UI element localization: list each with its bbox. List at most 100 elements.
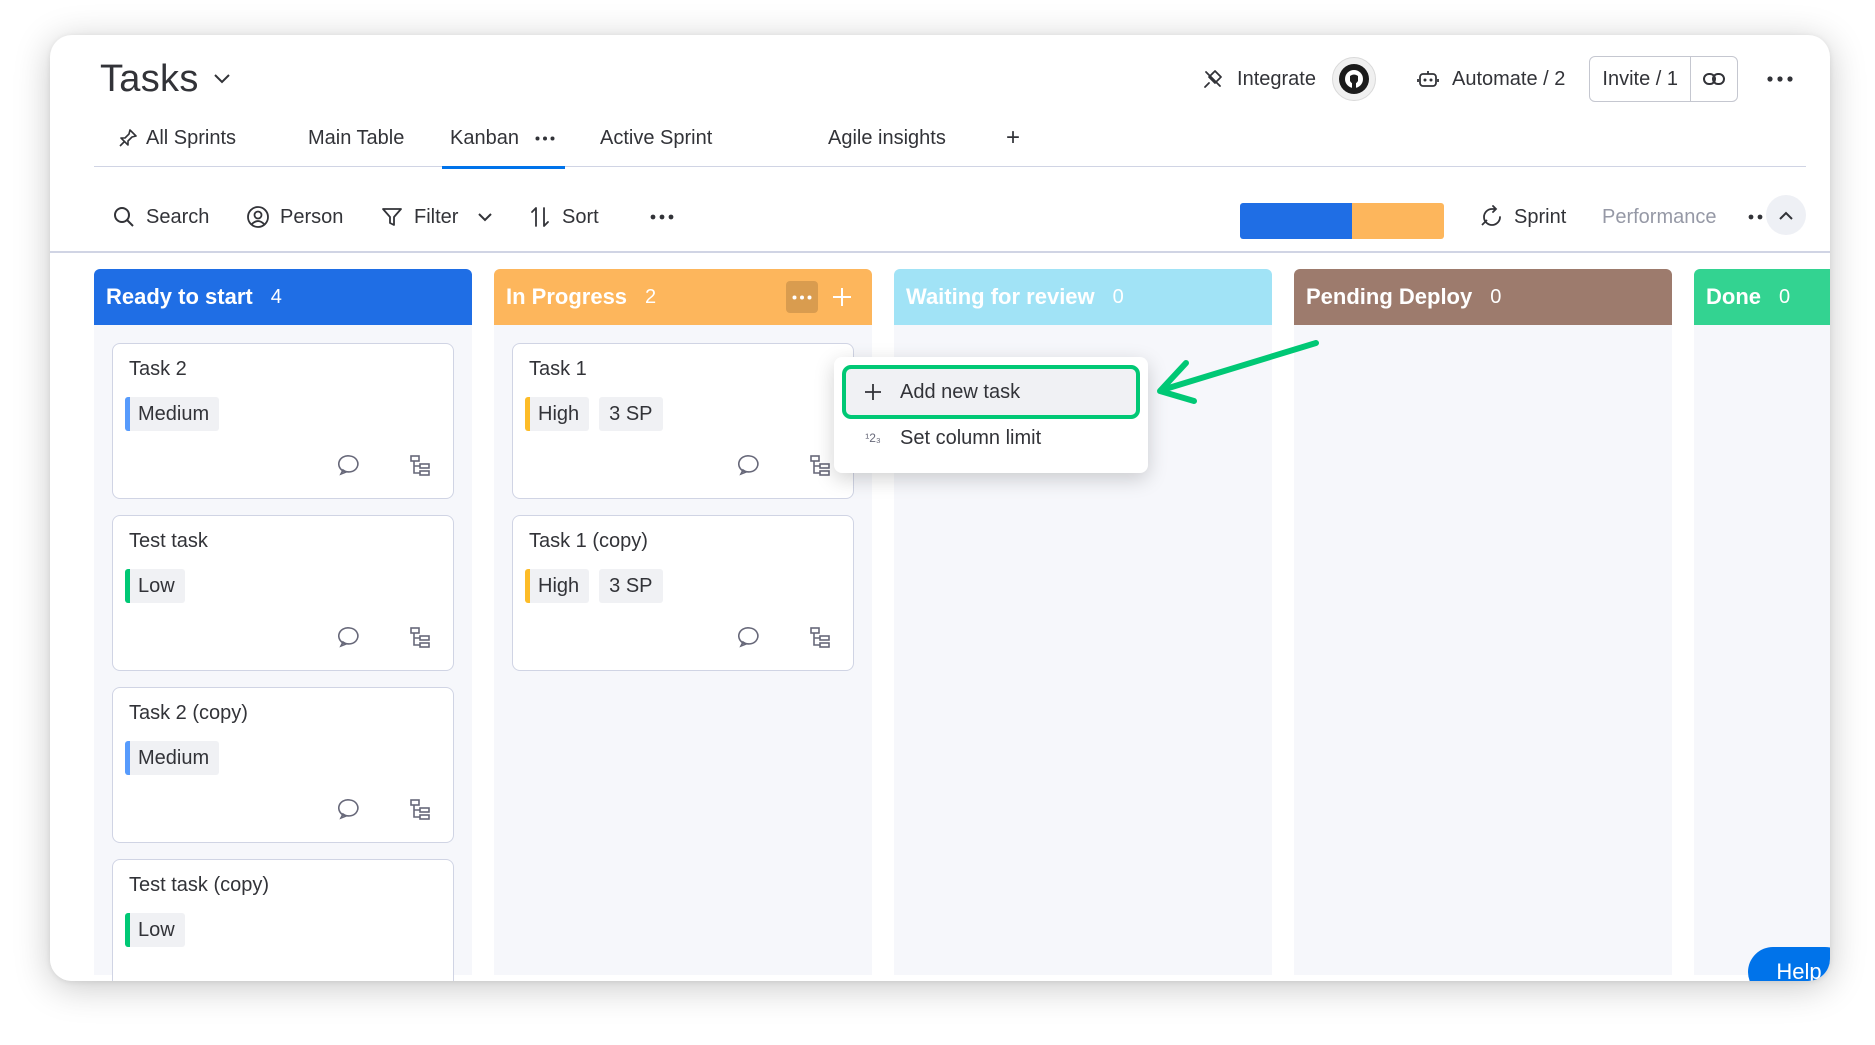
search-button[interactable]: Search bbox=[112, 197, 209, 237]
column-done: Done 0 bbox=[1694, 269, 1830, 975]
chevron-up-icon bbox=[1779, 211, 1793, 220]
story-points-tag[interactable]: 3 SP bbox=[599, 397, 663, 431]
priority-tag[interactable]: Medium bbox=[125, 741, 220, 775]
filter-icon bbox=[380, 205, 404, 229]
tab-all-sprints[interactable]: All Sprints bbox=[118, 109, 236, 167]
robot-icon bbox=[1416, 67, 1440, 91]
integrate-button[interactable]: Integrate bbox=[1191, 57, 1326, 101]
column-title: Ready to start bbox=[106, 284, 253, 309]
task-card[interactable]: Task 2 (copy) Medium bbox=[112, 687, 454, 843]
copy-link-button[interactable] bbox=[1691, 57, 1737, 101]
tab-label: Main Table bbox=[308, 126, 405, 149]
collapse-header-button[interactable] bbox=[1766, 195, 1806, 235]
tab-main-table[interactable]: Main Table bbox=[308, 109, 404, 167]
person-icon bbox=[246, 205, 270, 229]
link-icon bbox=[1703, 73, 1725, 85]
card-icons bbox=[337, 624, 433, 650]
tab-label: Active Sprint bbox=[600, 126, 713, 149]
column-header[interactable]: Waiting for review 0 bbox=[894, 269, 1272, 325]
card-title: Test task (copy) bbox=[129, 874, 270, 896]
progress-segment-orange bbox=[1352, 203, 1444, 239]
task-card[interactable]: Test task (copy) Low bbox=[112, 859, 454, 981]
tab-kanban[interactable]: Kanban bbox=[442, 109, 565, 169]
subitems-icon[interactable] bbox=[807, 452, 833, 478]
sort-button[interactable]: Sort bbox=[528, 197, 599, 237]
chevron-down-icon[interactable] bbox=[213, 69, 233, 89]
task-card[interactable]: Test task Low bbox=[112, 515, 454, 671]
comment-icon[interactable] bbox=[337, 796, 363, 822]
add-view-button[interactable]: + bbox=[1006, 109, 1020, 167]
menu-item-set-column-limit[interactable]: ¹2₃ Set column limit bbox=[846, 415, 1136, 461]
performance-button[interactable]: Performance bbox=[1602, 197, 1717, 237]
add-item-plus-icon[interactable] bbox=[828, 281, 856, 313]
column-header[interactable]: Done 0 bbox=[1694, 269, 1830, 325]
comment-icon[interactable] bbox=[737, 624, 763, 650]
column-title: Pending Deploy bbox=[1306, 284, 1473, 309]
plus-icon: + bbox=[1006, 124, 1021, 151]
card-tags: Medium bbox=[125, 397, 220, 431]
sprint-button[interactable]: Sprint bbox=[1480, 197, 1566, 237]
tab-agile-insights[interactable]: Agile insights bbox=[828, 109, 946, 167]
subitems-icon[interactable] bbox=[807, 624, 833, 650]
person-label: Person bbox=[280, 205, 344, 228]
card-title: Test task bbox=[129, 530, 208, 552]
github-integration-badge[interactable] bbox=[1331, 57, 1376, 101]
column-count: 0 bbox=[1490, 285, 1502, 308]
card-tags: Low bbox=[125, 913, 185, 947]
help-button[interactable]: Help bbox=[1748, 947, 1830, 981]
column-title: Waiting for review bbox=[906, 284, 1095, 309]
integrate-label: Integrate bbox=[1237, 67, 1316, 90]
comment-icon[interactable] bbox=[337, 624, 363, 650]
task-card[interactable]: Task 1 High 3 SP bbox=[512, 343, 854, 499]
column-header[interactable]: Pending Deploy 0 bbox=[1294, 269, 1672, 325]
subitems-icon[interactable] bbox=[407, 796, 433, 822]
priority-tag[interactable]: Medium bbox=[125, 397, 220, 431]
sort-label: Sort bbox=[562, 205, 599, 228]
card-title: Task 2 bbox=[129, 358, 187, 380]
column-count: 0 bbox=[1779, 285, 1791, 308]
priority-tag[interactable]: Low bbox=[125, 913, 185, 947]
toolbar-more-icon[interactable] bbox=[650, 197, 674, 237]
progress-segment-blue bbox=[1240, 203, 1353, 239]
card-title: Task 1 (copy) bbox=[529, 530, 648, 552]
priority-tag[interactable]: High bbox=[525, 397, 590, 431]
view-tabs: All Sprints Main Table Kanban Active Spr… bbox=[94, 109, 1806, 169]
priority-tag[interactable]: Low bbox=[125, 569, 185, 603]
subitems-icon[interactable] bbox=[407, 452, 433, 478]
search-label: Search bbox=[146, 205, 210, 228]
subitems-icon[interactable] bbox=[407, 624, 433, 650]
column-in-progress: In Progress 2 Task 1 High 3 SP Task 1 (c… bbox=[494, 269, 872, 975]
person-filter-button[interactable]: Person bbox=[246, 197, 343, 237]
card-tags: Medium bbox=[125, 741, 220, 775]
header-actions: Integrate Automate / 2 Invite / 1 bbox=[1191, 51, 1800, 107]
card-tags: High 3 SP bbox=[525, 569, 663, 603]
comment-icon[interactable] bbox=[337, 452, 363, 478]
tab-options-icon[interactable] bbox=[535, 136, 555, 141]
page-title[interactable]: Tasks bbox=[100, 58, 199, 101]
automate-button[interactable]: Automate / 2 bbox=[1406, 57, 1575, 101]
github-icon bbox=[1338, 64, 1369, 94]
column-header[interactable]: Ready to start 4 bbox=[94, 269, 472, 325]
priority-tag[interactable]: High bbox=[525, 569, 590, 603]
column-ready-to-start: Ready to start 4 Task 2 Medium Test task… bbox=[94, 269, 472, 981]
app-window: Tasks Integrate Automate / 2 Invite / 1 bbox=[50, 35, 1830, 981]
column-actions bbox=[786, 281, 856, 313]
filter-label: Filter bbox=[414, 205, 459, 228]
column-options-icon[interactable] bbox=[786, 281, 818, 313]
tab-active-sprint[interactable]: Active Sprint bbox=[600, 109, 712, 167]
plug-icon bbox=[1201, 67, 1225, 91]
filter-button[interactable]: Filter bbox=[380, 197, 493, 237]
search-icon bbox=[112, 205, 136, 229]
invite-button[interactable]: Invite / 1 bbox=[1590, 57, 1691, 101]
chevron-down-icon[interactable] bbox=[478, 212, 493, 222]
column-header[interactable]: In Progress 2 bbox=[494, 269, 872, 325]
column-count: 0 bbox=[1112, 285, 1124, 308]
board-title-row: Tasks bbox=[100, 51, 233, 107]
task-card[interactable]: Task 2 Medium bbox=[112, 343, 454, 499]
task-card[interactable]: Task 1 (copy) High 3 SP bbox=[512, 515, 854, 671]
more-options-icon[interactable] bbox=[1760, 59, 1800, 99]
comment-icon[interactable] bbox=[737, 452, 763, 478]
card-icons bbox=[737, 452, 833, 478]
card-icons bbox=[337, 452, 433, 478]
story-points-tag[interactable]: 3 SP bbox=[599, 569, 663, 603]
